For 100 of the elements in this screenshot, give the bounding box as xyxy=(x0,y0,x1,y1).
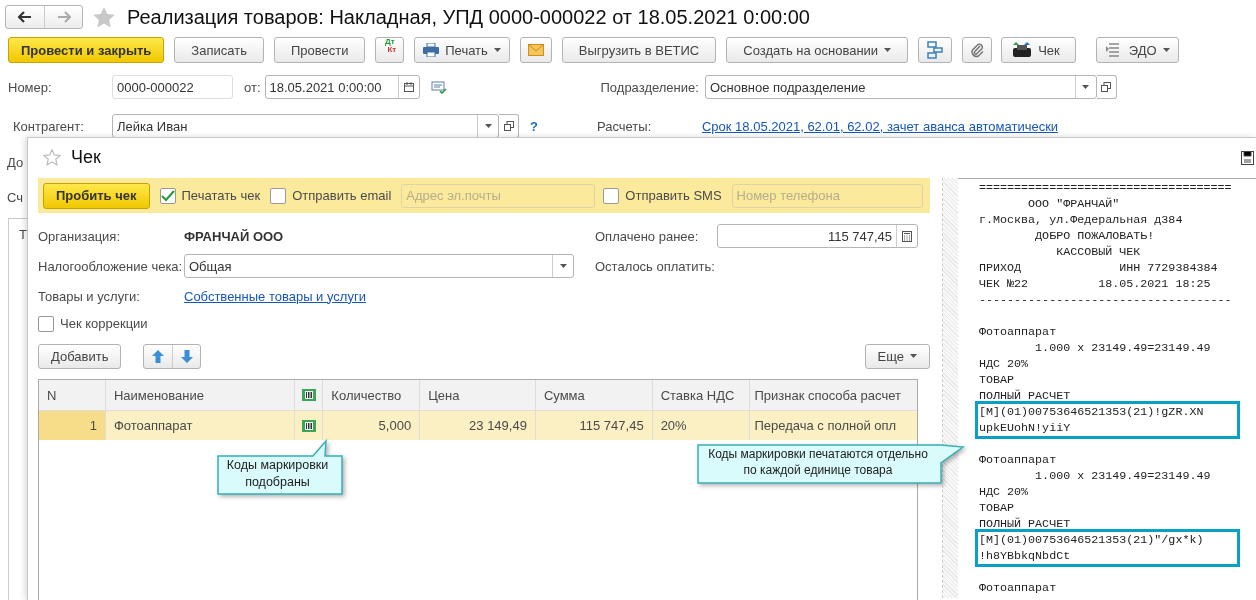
back-arrow-icon xyxy=(18,11,32,23)
column-header[interactable]: Ставка НДС xyxy=(652,380,751,410)
toolbar-button[interactable]: Чек xyxy=(1001,37,1076,63)
receipt-line: ПОЛНЫЙ РАСЧЕТ xyxy=(979,388,1072,404)
marking-code-icon xyxy=(301,389,316,401)
structure-icon xyxy=(926,41,945,59)
column-header[interactable]: Сумма xyxy=(535,380,653,410)
toolbar-button[interactable]: ЭДО xyxy=(1095,37,1179,63)
column-header[interactable]: Количество xyxy=(323,380,421,410)
goods-link[interactable]: Собственные товары и услуги xyxy=(184,288,366,304)
checkbox-label: Отправить SMS xyxy=(625,188,722,203)
paperclip-icon xyxy=(970,42,985,58)
toolbar-button[interactable] xyxy=(918,37,953,63)
receipt-line: ЧЕК №22 18.05.2021 18:25 xyxy=(979,276,1212,292)
checkbox[interactable] xyxy=(159,187,176,204)
printer-icon xyxy=(423,43,440,57)
window-title: Реализация товаров: Накладная, УПД 0000-000022 от 18.05.2021 0:00:00 xyxy=(127,5,810,29)
counterparty-field[interactable]: Лейка Иван xyxy=(112,114,499,138)
checkbox-label: Отправить email xyxy=(292,188,392,203)
number-field[interactable]: 0000-000022 xyxy=(112,75,233,99)
debit-credit-icon: Дт Кт xyxy=(383,38,397,54)
print-receipt-button[interactable]: Пробить чек xyxy=(43,182,150,209)
cash-register-icon xyxy=(1012,42,1033,58)
receipt-line: [M](01)00753646521353(21)"/gx*k) xyxy=(979,532,1205,548)
taxation-field[interactable]: Общая xyxy=(184,254,574,278)
receipt-line: КАССОВЫЙ ЧЕК xyxy=(1055,244,1142,260)
help-link[interactable]: ? xyxy=(530,118,538,134)
toolbar-button[interactable]: Дт Кт xyxy=(375,37,405,63)
table-cell: 115 747,45 xyxy=(535,411,653,440)
dropdown-caret-icon xyxy=(484,124,492,128)
paid-field[interactable]: 115 747,45 xyxy=(717,224,918,248)
history-navigation[interactable] xyxy=(5,5,83,29)
favorite-star-icon[interactable] xyxy=(43,148,61,166)
column-header[interactable]: Признак способа расчет xyxy=(750,380,918,410)
table-cell: 1 xyxy=(39,411,106,440)
checkbox[interactable] xyxy=(270,187,287,204)
receipt-line: ПРИХОД ИНН 7729384384 xyxy=(979,260,1219,276)
receipt-line: 1.000 x 23149.49=23149.49 xyxy=(1034,340,1212,356)
field-label: Контрагент: xyxy=(12,118,85,134)
open-window-icon xyxy=(503,121,514,131)
receipt-line: [M](01)00753646521353(21)!gZR.XN xyxy=(979,404,1205,420)
field-label: Организация: xyxy=(38,228,122,244)
checkbox[interactable] xyxy=(38,315,54,332)
column-header[interactable]: Наименование xyxy=(105,380,296,410)
toolbar-button[interactable] xyxy=(519,37,552,63)
receipt-line: ПОЛНЫЙ РАСЧЕТ xyxy=(979,516,1072,532)
up-arrow-icon xyxy=(152,349,165,363)
field-label: Номер: xyxy=(7,79,53,95)
open-button[interactable] xyxy=(1096,75,1117,99)
favorite-star-icon[interactable] xyxy=(92,5,116,29)
field-label: Сч xyxy=(7,190,23,205)
checkbox-label: Чек коррекции xyxy=(60,316,148,331)
receipt-line: ------------------------------------ xyxy=(979,292,1233,308)
receipt-line: Фотоаппарат xyxy=(979,580,1058,596)
field-label: Подразделение: xyxy=(600,79,699,95)
field-label: Товары и услуги: xyxy=(38,288,141,304)
table-cell-text: Передача с полной опл xyxy=(753,417,898,435)
column-header[interactable]: N xyxy=(39,380,106,410)
down-arrow-icon xyxy=(180,349,193,363)
toolbar-button[interactable]: Записать xyxy=(174,37,264,63)
receipt-line: г.Москва, ул.Федеральная д384 xyxy=(979,212,1184,228)
caret-icon xyxy=(910,354,917,358)
division-field[interactable]: Основное подразделение xyxy=(704,75,1097,99)
date-field[interactable]: 18.05.2021 0:00:00 xyxy=(264,75,420,99)
settlements-link[interactable]: Срок 18.05.2021, 62.01, 62.02, зачет аванса автоматически xyxy=(701,118,1059,134)
table-cell: 20% xyxy=(652,411,751,440)
field-label: от: xyxy=(244,79,261,95)
email-field[interactable]: Адрес эл.почты xyxy=(401,183,596,208)
receipt-line: 1.000 x 23149.49=23149.49 xyxy=(1034,468,1212,484)
save-icon[interactable] xyxy=(1241,151,1254,165)
table-row[interactable]: 1 Фотоаппарат 5,000 23 149,49 115 747,45 20% Передача с полной опл xyxy=(39,411,917,440)
checkbox-label: Печатать чек xyxy=(181,188,261,203)
column-header[interactable]: Цена xyxy=(420,380,536,410)
table-cell: 5,000 xyxy=(323,411,421,440)
field-label: До xyxy=(7,155,24,170)
receipt-line: НДС 20% xyxy=(979,356,1030,372)
toolbar-button[interactable] xyxy=(962,37,993,63)
table-cell: 23 149,49 xyxy=(420,411,536,440)
open-button[interactable] xyxy=(499,114,519,138)
post-and-close-button[interactable]: Провести и закрыть xyxy=(8,37,165,63)
toolbar-button[interactable]: Печать xyxy=(414,37,510,63)
receipt-line: ТОВАР xyxy=(979,500,1016,516)
checkbox[interactable] xyxy=(603,187,620,204)
phone-field[interactable]: Номер телефона xyxy=(731,183,923,208)
receipt-line: !h8YBbkqNbdCt xyxy=(979,548,1072,564)
toolbar-button[interactable]: Выгрузить в ВЕТИС xyxy=(561,37,717,63)
field-label: Оплачено ранее: xyxy=(595,228,700,244)
document-check-icon[interactable] xyxy=(430,80,447,94)
calculator-icon xyxy=(902,230,912,242)
tab-label[interactable]: Т xyxy=(19,227,27,242)
receipt-line: ДОБРО ПОЖАЛОВАТЬ! xyxy=(1034,228,1156,244)
more-button[interactable]: Еще xyxy=(864,343,930,369)
forward-arrow-icon xyxy=(56,11,71,23)
toolbar-button[interactable]: Провести xyxy=(273,37,366,63)
receipt-line: НДС 20% xyxy=(979,484,1030,500)
envelope-icon xyxy=(527,44,544,56)
add-button[interactable]: Добавить xyxy=(38,343,122,369)
toolbar-button[interactable]: Создать на основании xyxy=(726,37,909,63)
calendar-icon xyxy=(403,82,414,92)
organization-value: ФРАНЧАЙ ООО xyxy=(184,228,284,244)
